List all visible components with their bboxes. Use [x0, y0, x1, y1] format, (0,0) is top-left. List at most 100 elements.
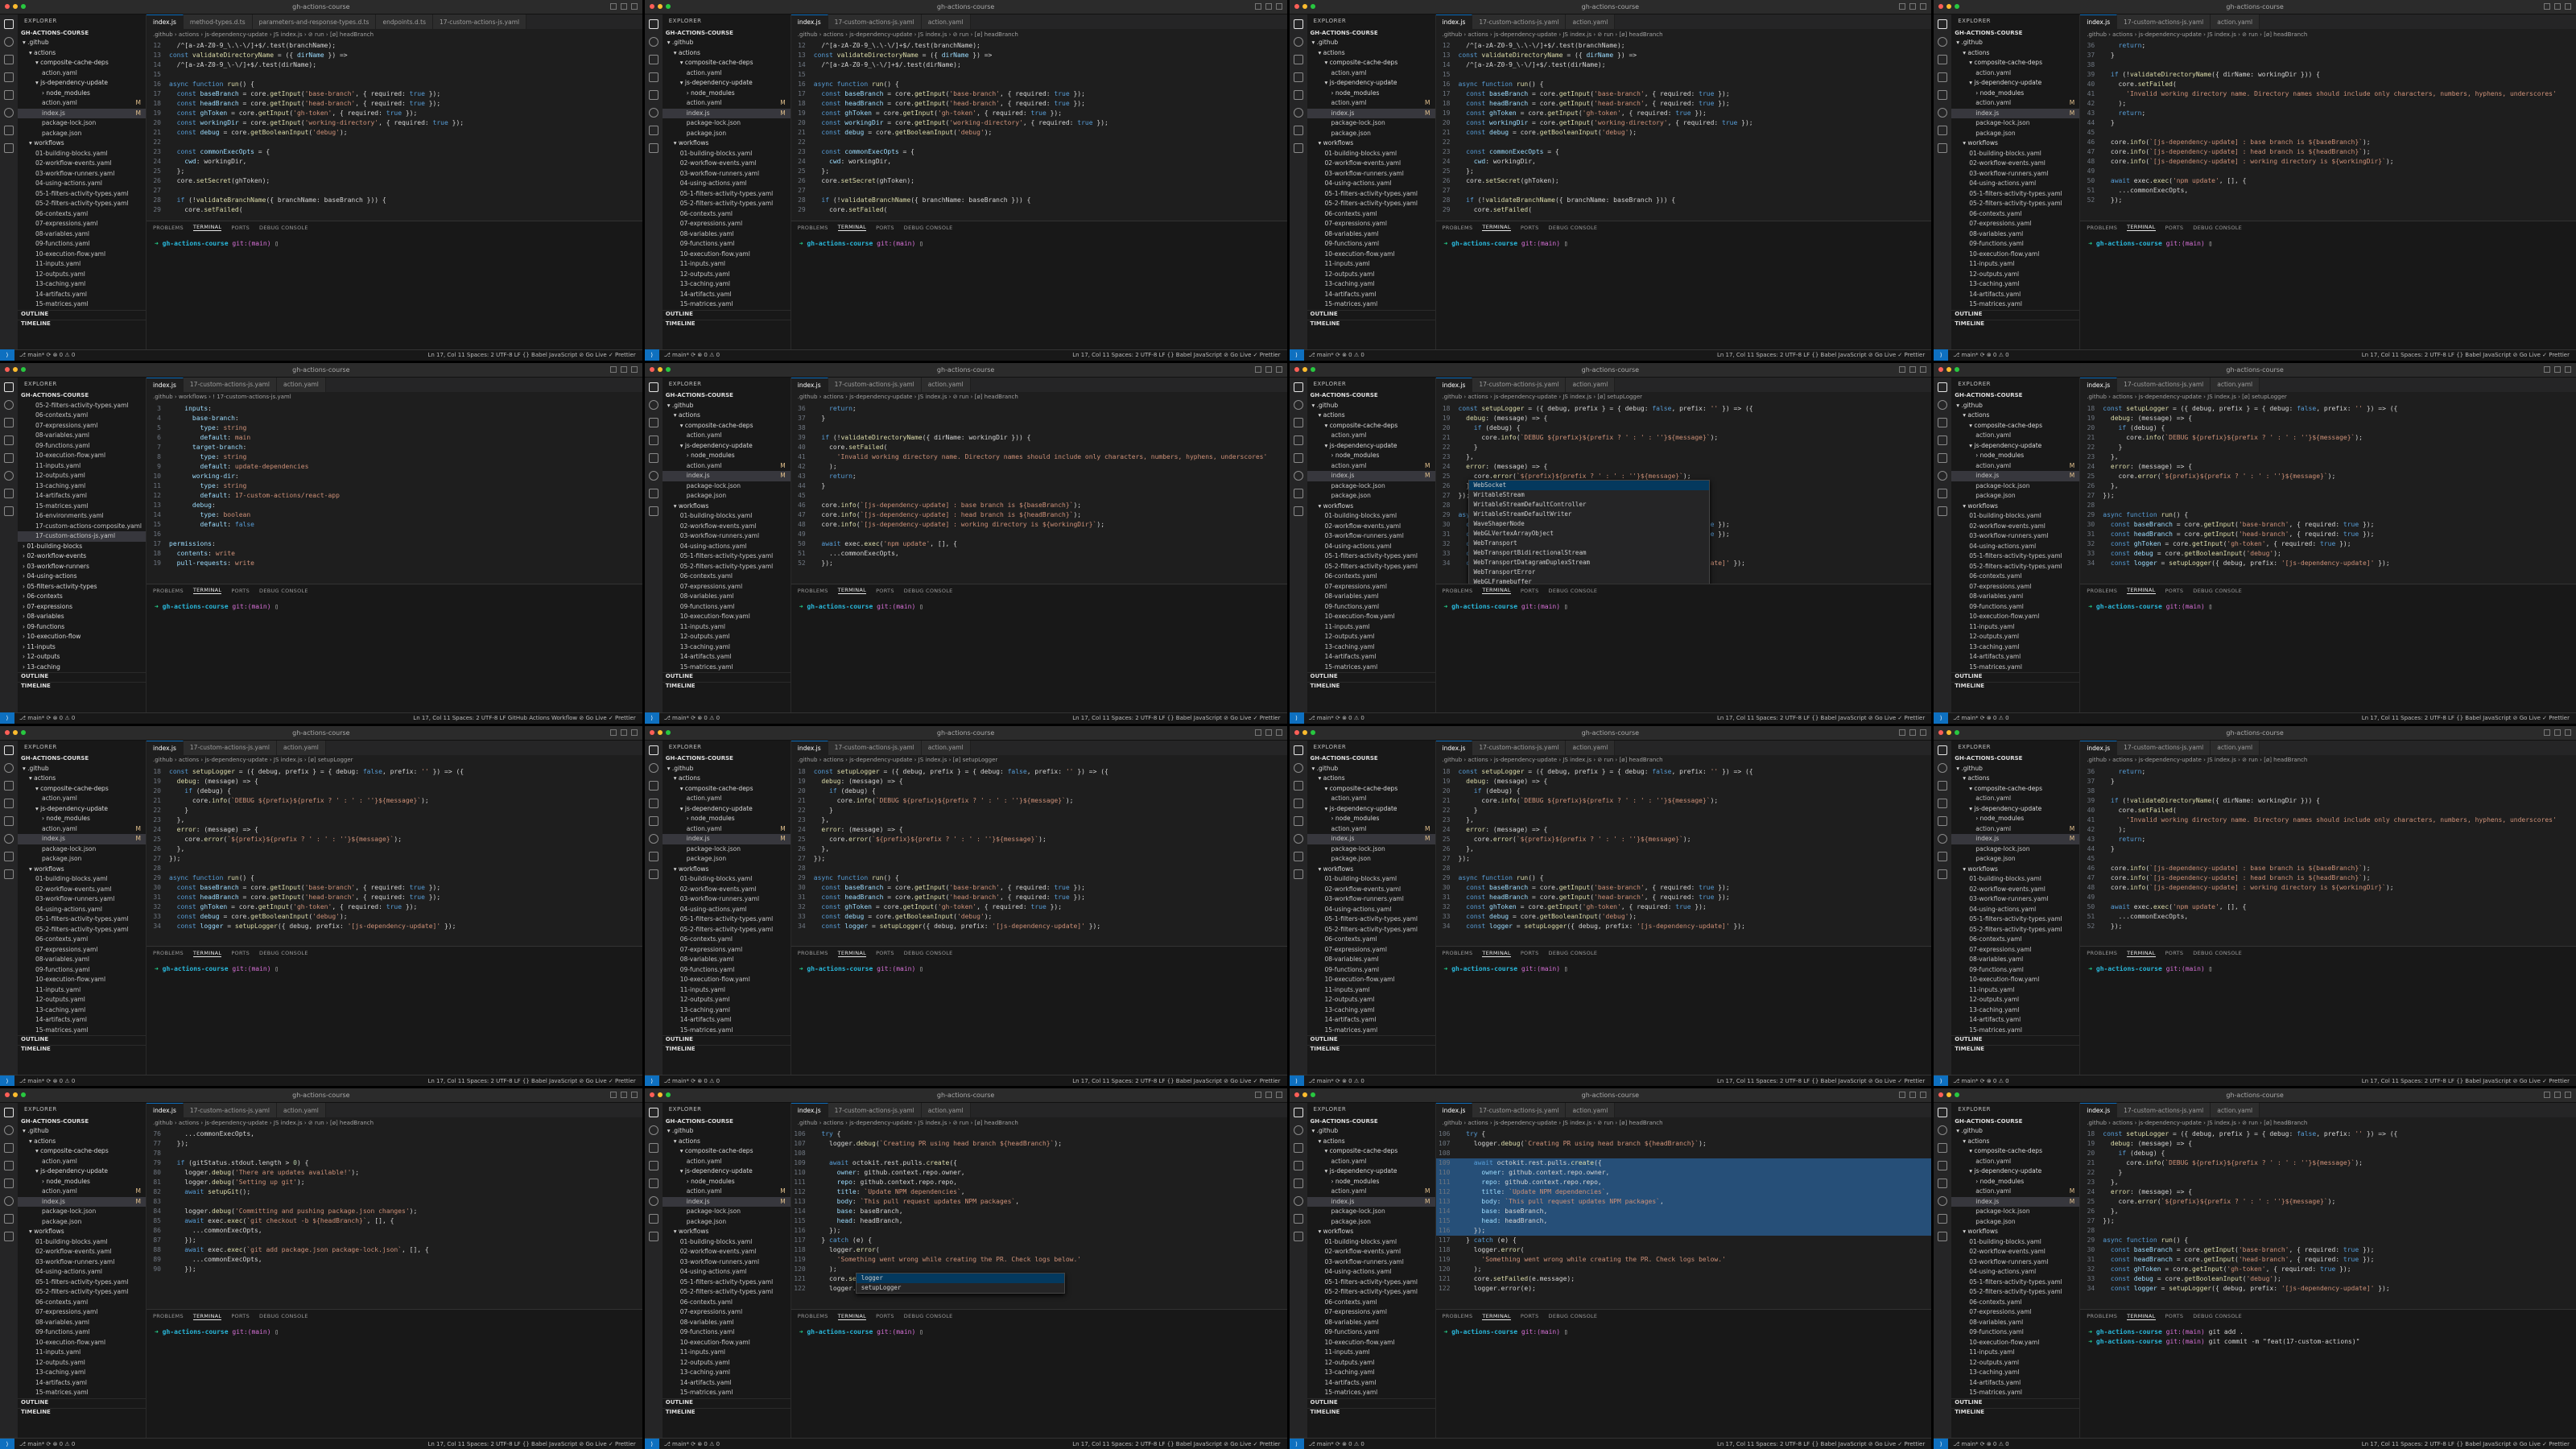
minimize-window-icon[interactable]: [657, 4, 663, 9]
code-editor[interactable]: 18 const setupLogger = ({ debug, prefix }…: [1436, 766, 1932, 947]
toggle-panel-icon[interactable]: [620, 365, 627, 373]
window-controls[interactable]: [1938, 366, 1960, 372]
file-tree-item[interactable]: action.yaml: [1307, 794, 1435, 804]
extensions-icon[interactable]: [648, 90, 658, 100]
editor-tab[interactable]: endpoints.d.ts: [376, 14, 434, 29]
file-tree-item[interactable]: › 01-building-blocks: [18, 542, 146, 552]
file-tree-item[interactable]: 06-contexts.yaml: [18, 411, 146, 421]
code-editor[interactable]: 106 try {107 logger. debug(`Creating PR u…: [791, 1128, 1287, 1309]
source-control-icon[interactable]: [1293, 417, 1303, 427]
panel-tab[interactable]: PROBLEMS: [153, 950, 184, 956]
file-tree-item[interactable]: 15-matrices.yaml: [1307, 663, 1435, 673]
panel-tab[interactable]: DEBUG CONSOLE: [1549, 950, 1598, 956]
file-tree-item[interactable]: 12-outputs.yaml: [1307, 1358, 1435, 1368]
toggle-sidebar-icon[interactable]: [609, 3, 617, 10]
file-tree-item[interactable]: 15-matrices.yaml: [1307, 1026, 1435, 1036]
toggle-sidebar-icon[interactable]: [1899, 365, 1906, 373]
file-tree-item[interactable]: 13-caching.yaml: [1951, 1368, 2079, 1378]
editor-tab[interactable]: 17-custom-actions-js.yaml: [1472, 740, 1567, 755]
minimize-window-icon[interactable]: [1302, 366, 1307, 372]
editor-tab[interactable]: action.yaml: [921, 377, 971, 392]
file-tree-item[interactable]: ▾ actions: [1307, 48, 1435, 59]
remote-explorer-icon[interactable]: [648, 108, 658, 118]
file-tree-item[interactable]: 13-caching.yaml: [1307, 1005, 1435, 1016]
file-tree-item[interactable]: 03-workflow-runners.yaml: [1307, 531, 1435, 542]
panel-tab[interactable]: PORTS: [1521, 588, 1539, 594]
run-debug-icon[interactable]: [648, 72, 658, 82]
file-tree-item[interactable]: 10-execution-flow.yaml: [663, 1338, 791, 1348]
file-tree-item[interactable]: ▾ workflows: [1307, 865, 1435, 875]
file-tree-item[interactable]: ▾ actions: [1951, 48, 2079, 59]
file-tree-item[interactable]: package.json: [663, 854, 791, 865]
panel-tab[interactable]: DEBUG CONSOLE: [1549, 588, 1598, 594]
file-tree-item[interactable]: 11-inputs.yaml: [663, 1348, 791, 1358]
status-branch[interactable]: ⎇ main* ⟳ ⊗ 0 ⚠ 0: [1948, 1441, 2361, 1447]
panel-tab[interactable]: PORTS: [2165, 950, 2184, 956]
file-tree-item[interactable]: ▾ composite-cache-deps: [1307, 58, 1435, 68]
file-tree-item[interactable]: package.json: [18, 854, 146, 865]
maximize-window-icon[interactable]: [21, 4, 26, 9]
file-tree-item[interactable]: 11-inputs.yaml: [1951, 259, 2079, 270]
file-tree-item[interactable]: 07-expressions.yaml: [1951, 582, 2079, 592]
timeline-section[interactable]: TIMELINE: [1307, 682, 1435, 691]
close-window-icon[interactable]: [5, 4, 10, 9]
search-icon[interactable]: [4, 399, 14, 410]
breadcrumb[interactable]: .github › actions › js-dependency-update…: [147, 755, 642, 766]
timeline-section[interactable]: TIMELINE: [1307, 319, 1435, 329]
autocomplete-item[interactable]: WritableStreamDefaultController: [1469, 500, 1709, 510]
remote-indicator-icon[interactable]: ⟩: [0, 349, 14, 361]
file-tree-item[interactable]: 14-artifacts.yaml: [1307, 652, 1435, 663]
panel-tab[interactable]: DEBUG CONSOLE: [2193, 950, 2242, 956]
panel-tab[interactable]: TERMINAL: [837, 950, 867, 957]
panel-tab[interactable]: PROBLEMS: [2087, 950, 2117, 956]
file-tree-item[interactable]: ▾ actions: [1951, 411, 2079, 421]
run-debug-icon[interactable]: [1938, 72, 1948, 82]
terminal[interactable]: ➜ gh-actions-course git:(main) ▯: [147, 1323, 642, 1342]
file-tree-item[interactable]: 13-caching.yaml: [1951, 642, 2079, 653]
file-tree-item[interactable]: package.json: [1951, 491, 2079, 502]
remote-indicator-icon[interactable]: ⟩: [1934, 349, 1949, 361]
extensions-icon[interactable]: [1293, 90, 1303, 100]
file-tree-item[interactable]: 02-workflow-events.yaml: [1307, 1247, 1435, 1257]
file-tree-item[interactable]: ▾ composite-cache-deps: [18, 784, 146, 795]
status-branch[interactable]: ⎇ main* ⟳ ⊗ 0 ⚠ 0: [14, 715, 413, 721]
window-controls[interactable]: [649, 366, 671, 372]
file-tree-item[interactable]: 05-2-filters-activity-types.yaml: [18, 1287, 146, 1298]
window-controls[interactable]: [1938, 1092, 1960, 1098]
customize-layout-icon[interactable]: [1920, 365, 1927, 373]
toggle-panel-icon[interactable]: [1265, 365, 1272, 373]
toggle-sidebar-icon[interactable]: [2544, 729, 2550, 736]
editor-tab[interactable]: 17-custom-actions-js.yaml: [1472, 14, 1567, 29]
docker-icon[interactable]: [1293, 143, 1303, 153]
autocomplete-item[interactable]: WebTransportBidirectionalStream: [1469, 548, 1709, 558]
file-tree-item[interactable]: 15-matrices.yaml: [663, 1388, 791, 1398]
timeline-section[interactable]: TIMELINE: [1307, 1045, 1435, 1055]
file-tree-item[interactable]: index.js M: [1951, 1196, 2080, 1208]
remote-explorer-icon[interactable]: [1938, 108, 1948, 118]
file-tree-item[interactable]: 01-building-blocks.yaml: [1307, 874, 1435, 885]
code-editor[interactable]: 12 /^[a-zA-Z0-9_\.\-\/]+$/.test(branchNa…: [791, 39, 1287, 221]
file-tree-item[interactable]: 05-1-filters-activity-types.yaml: [1951, 189, 2079, 200]
search-icon[interactable]: [1938, 37, 1948, 47]
testing-icon[interactable]: [1293, 126, 1303, 135]
breadcrumb[interactable]: .github › actions › js-dependency-update…: [1436, 1117, 1932, 1128]
toggle-panel-icon[interactable]: [1909, 365, 1917, 373]
panel-tab[interactable]: TERMINAL: [837, 587, 867, 594]
toggle-panel-icon[interactable]: [1909, 3, 1917, 10]
file-tree-item[interactable]: action.yaml: [663, 68, 791, 79]
file-tree-item[interactable]: 05-1-filters-activity-types.yaml: [1951, 914, 2079, 925]
file-tree-item[interactable]: 12-outputs.yaml: [663, 632, 791, 642]
file-tree-item[interactable]: 10-execution-flow.yaml: [1951, 1338, 2079, 1348]
testing-icon[interactable]: [1293, 488, 1303, 498]
panel-tab[interactable]: PROBLEMS: [153, 1313, 184, 1319]
autocomplete-popup[interactable]: WebSocket WritableStream WritableStreamDef…: [1468, 479, 1710, 584]
run-debug-icon[interactable]: [1293, 1161, 1303, 1171]
editor-tab[interactable]: 17-custom-actions-js.yaml: [828, 1103, 922, 1118]
file-tree-item[interactable]: action.yaml M: [663, 824, 791, 835]
file-tree-item[interactable]: 11-inputs.yaml: [1307, 622, 1435, 633]
file-tree-item[interactable]: 01-building-blocks.yaml: [663, 511, 791, 522]
file-tree-item[interactable]: › node_modules: [1951, 814, 2079, 824]
code-editor[interactable]: 36 return; 37 } 38 39 if (! validateDirector…: [2080, 766, 2576, 947]
file-tree-item[interactable]: 13-caching.yaml: [663, 642, 791, 653]
file-tree-item[interactable]: 03-workflow-runners.yaml: [1307, 894, 1435, 905]
